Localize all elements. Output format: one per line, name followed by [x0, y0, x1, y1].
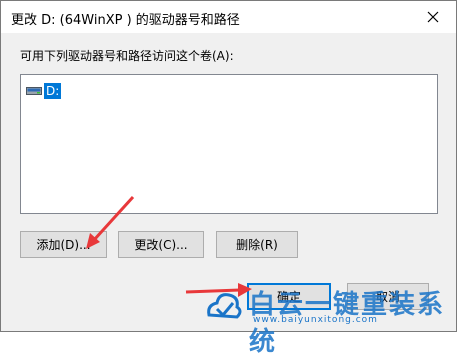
- watermark: 白云一键重装系统 www.baiyunxitong.com: [199, 283, 453, 357]
- watermark-url: www.baiyunxitong.com: [253, 315, 378, 325]
- cloud-logo-icon: [207, 293, 242, 319]
